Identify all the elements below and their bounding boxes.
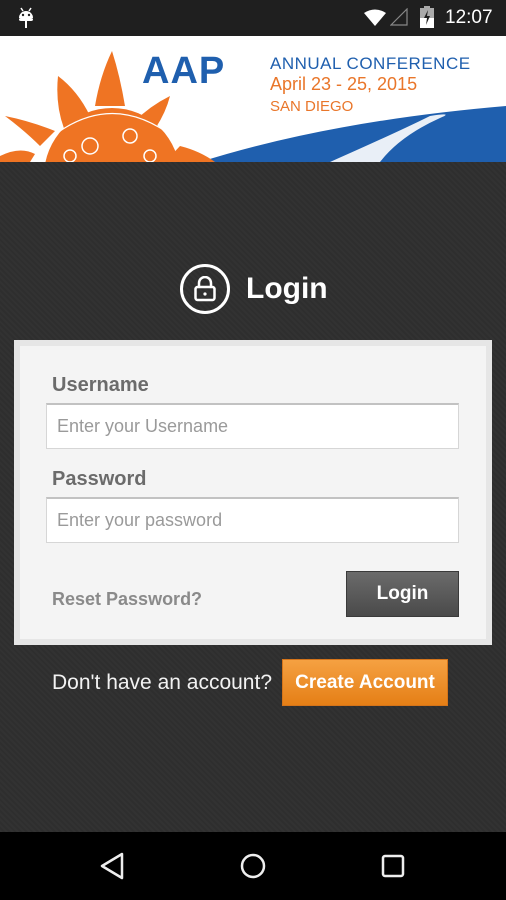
signup-prompt: Don't have an account? xyxy=(52,670,272,694)
recents-button[interactable] xyxy=(373,848,413,884)
username-input[interactable] xyxy=(46,403,459,449)
banner-location: SAN DIEGO xyxy=(270,98,354,115)
password-label: Password xyxy=(52,468,147,490)
back-icon xyxy=(100,852,124,880)
back-button[interactable] xyxy=(92,848,132,884)
home-button[interactable] xyxy=(233,848,273,884)
page-title: Login xyxy=(246,272,328,305)
login-button[interactable]: Login xyxy=(346,571,459,617)
battery-charging-icon xyxy=(420,6,434,28)
username-label: Username xyxy=(52,374,149,396)
clock: 12:07 xyxy=(445,7,493,28)
conference-banner: AAP ANNUAL CONFERENCE April 23 - 25, 201… xyxy=(0,36,506,162)
create-account-button[interactable]: Create Account xyxy=(282,659,448,706)
reset-password-link[interactable]: Reset Password? xyxy=(52,589,202,610)
banner-dates: April 23 - 25, 2015 xyxy=(270,74,418,94)
navigation-bar xyxy=(0,832,506,900)
android-debug-icon xyxy=(19,7,33,28)
brand-name: AAP xyxy=(142,50,226,92)
wifi-icon xyxy=(364,9,386,26)
password-input[interactable] xyxy=(46,497,459,543)
lock-icon xyxy=(194,276,216,302)
login-heading: Login xyxy=(180,262,328,316)
recents-icon xyxy=(381,854,405,878)
banner-line1: ANNUAL CONFERENCE xyxy=(270,54,471,73)
status-bar: 12:07 xyxy=(0,0,506,36)
home-icon xyxy=(240,853,266,879)
login-form: Username Password Reset Password? Login xyxy=(20,346,486,639)
cell-signal-icon xyxy=(390,8,408,26)
signup-row: Don't have an account? Create Account xyxy=(52,659,448,706)
login-card: Username Password Reset Password? Login xyxy=(14,340,492,645)
lock-icon-circle xyxy=(180,264,230,314)
